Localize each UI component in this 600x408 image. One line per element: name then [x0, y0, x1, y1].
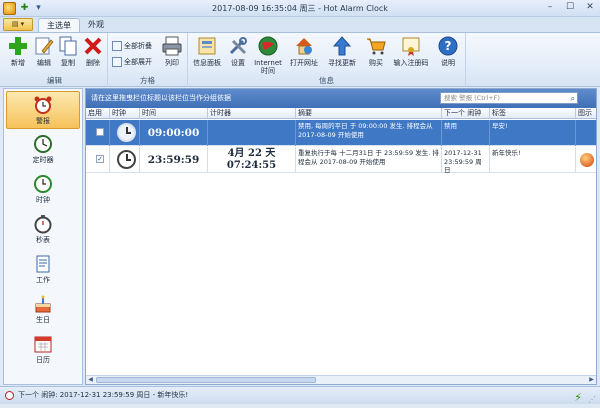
nav-item-task[interactable]: 工作 — [4, 251, 82, 289]
buy-button[interactable]: 购买 — [362, 35, 390, 67]
status-bar: 下一个 闹钟: 2017-12-31 23:59:59 周日 - 新年快乐! ⚡… — [0, 386, 600, 404]
birthday-cake-icon — [33, 294, 53, 314]
collapse-icon — [112, 41, 122, 51]
alarm-time: 23:59:59 — [147, 154, 200, 166]
col-summary[interactable]: 摘要 — [296, 108, 442, 119]
shopping-cart-icon — [365, 35, 387, 57]
column-headers: 启用 时钟 时间 计时器 摘要 下一个 闹钟 标签 图示 — [86, 108, 596, 119]
check-update-button[interactable]: 寻找更新 — [326, 35, 358, 67]
nav-item-clock[interactable]: 时钟 — [4, 171, 82, 209]
enabled-checkbox[interactable]: ✓ — [96, 155, 104, 163]
copy-button[interactable]: 复制 — [54, 35, 82, 67]
nav-item-calendar[interactable]: 日历 — [4, 331, 82, 369]
stopwatch-icon — [33, 214, 53, 234]
col-clock[interactable]: 时钟 — [110, 108, 140, 119]
col-label[interactable]: 标签 — [490, 108, 576, 119]
settings-button[interactable]: 设置 — [224, 35, 252, 67]
help-button[interactable]: ? 说明 — [434, 35, 462, 67]
col-enabled[interactable]: 启用 — [86, 108, 110, 119]
nav-item-alarm[interactable]: 警报 — [6, 91, 80, 129]
alarm-label: 新年快乐! — [492, 149, 521, 157]
globe-icon — [257, 35, 279, 57]
calendar-icon — [33, 334, 53, 354]
open-url-button[interactable]: 打开网址 — [288, 35, 320, 67]
up-arrow-icon — [331, 35, 353, 57]
close-button[interactable]: ✕ — [584, 2, 596, 13]
maximize-button[interactable]: ☐ — [564, 2, 576, 13]
tab-main[interactable]: 主选单 — [38, 18, 80, 32]
table-row[interactable]: ✓ 23:59:59 4月 22 天 07:24:55 重复执行于每 十二月31… — [86, 147, 596, 173]
scroll-right-icon[interactable]: ▶ — [587, 376, 596, 384]
search-icon[interactable]: ⌕ — [571, 93, 575, 104]
info-panel-icon — [196, 35, 218, 57]
task-icon — [33, 254, 53, 274]
nav-item-stopwatch[interactable]: 秒表 — [4, 211, 82, 249]
ribbon: 新增 编辑 复制 删除 编辑 全部折叠 全部展开 列印 方格 信息面板 设置 I… — [0, 32, 600, 87]
tools-icon — [227, 35, 249, 57]
left-navigation: 警报 定时器 时钟 秒表 工作 生日 日历 — [3, 88, 83, 385]
nav-item-birthday[interactable]: 生日 — [4, 291, 82, 329]
alarm-summary: 重复执行于每 十二月31日 于 23:59:59 发生. 排 程会从 2017-… — [298, 149, 439, 166]
scroll-left-icon[interactable]: ◀ — [86, 376, 95, 384]
enabled-checkbox[interactable] — [96, 128, 104, 136]
window-title: 2017-08-09 16:35:04 周三 - Hot Alarm Clock — [212, 4, 388, 13]
certificate-icon — [400, 35, 422, 57]
alarm-time: 09:00:00 — [147, 127, 200, 139]
delete-button[interactable]: 删除 — [79, 35, 107, 67]
title-bar: ✚ ▾ 2017-08-09 16:35:04 周三 - Hot Alarm C… — [0, 0, 600, 17]
minimize-button[interactable]: – — [544, 2, 556, 13]
edit-pencil-icon — [33, 35, 55, 57]
info-panel-button[interactable]: 信息面板 — [192, 35, 222, 67]
home-globe-icon — [293, 35, 315, 57]
help-icon: ? — [437, 35, 459, 57]
next-alarm: 禁用 — [444, 122, 457, 130]
collapse-all-button[interactable]: 全部折叠 — [112, 41, 152, 51]
new-button[interactable]: 新增 — [4, 35, 32, 67]
col-time[interactable]: 时间 — [140, 108, 208, 119]
ribbon-group-edit: 新增 编辑 复制 删除 编辑 — [2, 33, 108, 87]
alarm-status-icon — [5, 391, 14, 400]
plus-icon — [7, 35, 29, 57]
col-icon[interactable]: 图示 — [576, 108, 596, 119]
status-text: 下一个 闹钟: 2017-12-31 23:59:59 周日 - 新年快乐! — [18, 391, 189, 399]
tab-appearance[interactable]: 外观 — [80, 18, 112, 32]
col-next-alarm[interactable]: 下一个 闹钟 — [442, 108, 490, 119]
printer-icon — [161, 35, 183, 57]
next-alarm: 2017-12-31 23:59:59 周日 — [444, 149, 482, 173]
clock-icon — [117, 150, 136, 169]
alarm-timer: 4月 22 天 07:24:55 — [226, 148, 277, 171]
expand-all-button[interactable]: 全部展开 — [112, 57, 152, 67]
ribbon-group-info: 信息面板 设置 Internet 时间 打开网址 寻找更新 购买 输入注册码 ?… — [188, 33, 466, 87]
alarm-label: 早安! — [492, 122, 508, 130]
alarm-clock-icon — [33, 95, 53, 115]
delete-x-icon — [82, 35, 104, 57]
copy-icon — [57, 35, 79, 57]
ribbon-group-grid: 全部折叠 全部展开 列印 方格 — [108, 33, 188, 87]
app-menu-button[interactable]: ▤ ▾ — [3, 18, 33, 31]
resize-grip-icon[interactable]: ⋰ — [588, 391, 596, 408]
internet-time-button[interactable]: Internet 时间 — [252, 35, 284, 75]
col-timer[interactable]: 计时器 — [208, 108, 296, 119]
search-input[interactable]: 搜索 警报 (Ctrl+F) ⌕ — [440, 92, 578, 104]
enter-license-button[interactable]: 输入注册码 — [392, 35, 430, 67]
clock-icon — [33, 174, 53, 194]
fireworks-icon — [580, 153, 594, 167]
print-button[interactable]: 列印 — [158, 35, 186, 67]
scrollbar-thumb[interactable] — [96, 377, 316, 383]
group-by-area[interactable]: 请在这里拖曳栏位标题以该栏位当作分组依据 搜索 警报 (Ctrl+F) ⌕ — [86, 89, 596, 108]
table-row[interactable]: 09:00:00 禁用, 每周的平日 于 09:00:00 发生. 排程会从 2… — [86, 120, 596, 146]
expand-icon — [112, 57, 122, 67]
alarm-summary: 禁用, 每周的平日 于 09:00:00 发生. 排程会从 2017-08-09… — [298, 122, 433, 139]
ribbon-tabs: ▤ ▾ 主选单 外观 — [0, 17, 600, 32]
horizontal-scrollbar[interactable]: ◀ ▶ — [86, 375, 596, 384]
alarm-grid-panel: 请在这里拖曳栏位标题以该栏位当作分组依据 搜索 警报 (Ctrl+F) ⌕ 启用… — [85, 88, 597, 385]
svg-text:?: ? — [445, 39, 452, 53]
clock-icon — [117, 123, 136, 142]
nav-item-timer[interactable]: 定时器 — [4, 131, 82, 169]
timer-icon — [33, 134, 53, 154]
power-icon[interactable]: ⚡ — [574, 389, 582, 406]
